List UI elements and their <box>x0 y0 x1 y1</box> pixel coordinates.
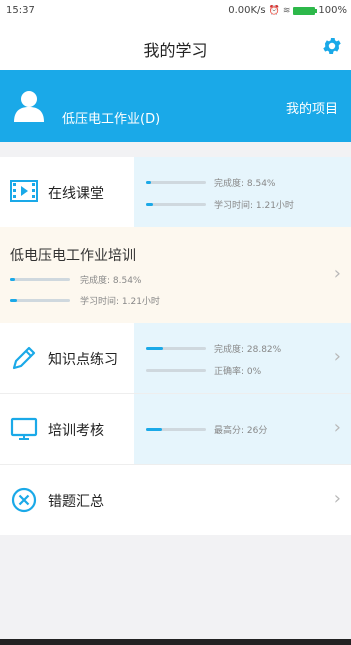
practice-completion-bar-fill <box>146 347 164 350</box>
my-projects-link[interactable]: 我的项目 <box>286 98 338 117</box>
gear-icon[interactable] <box>321 35 343 57</box>
learning-card: 在线课堂 完成度: 8.54% 学习时间: 1.21小时 低电压电工作业培训 完… <box>0 157 351 535</box>
wifi-icon: ≋ <box>282 5 291 16</box>
online-course-stats: 完成度: 8.54% 学习时间: 1.21小时 <box>134 157 351 227</box>
battery-icon <box>293 6 318 15</box>
exam-stats: 最高分: 26分 › <box>134 394 351 464</box>
completion-bar <box>146 181 206 184</box>
profile-banner: 低压电工作业(D) 我的项目 <box>0 70 351 142</box>
training-study-time-bar-fill <box>10 299 18 302</box>
user-avatar-icon <box>14 91 44 122</box>
chevron-right-icon: › <box>333 346 341 367</box>
practice-row[interactable]: 知识点练习 完成度: 28.82% 正确率: 0% › <box>0 323 351 393</box>
training-study-time-bar <box>10 299 70 302</box>
battery-level: 100% <box>318 5 347 16</box>
exam-entry[interactable]: 培训考核 <box>0 394 134 464</box>
chevron-right-icon: › <box>333 263 341 284</box>
top-score-bar <box>146 428 206 431</box>
training-row[interactable]: 低电压电工作业培训 完成度: 8.54% 学习时间: 1.21小时 › <box>0 227 351 323</box>
training-completion-text: 完成度: 8.54% <box>80 276 142 286</box>
mistakes-label: 错题汇总 <box>48 494 104 510</box>
exam-row[interactable]: 培训考核 最高分: 26分 › <box>0 394 351 464</box>
pencil-icon <box>12 346 36 370</box>
practice-label: 知识点练习 <box>48 352 118 368</box>
course-name: 低压电工作业(D) <box>62 112 161 127</box>
practice-stats: 完成度: 28.82% 正确率: 0% › <box>134 323 351 393</box>
practice-entry[interactable]: 知识点练习 <box>0 323 134 393</box>
status-indicators: 0.00K/s ⏰ ≋ 100% <box>228 5 347 16</box>
exam-label: 培训考核 <box>48 423 104 439</box>
chevron-right-icon: › <box>333 417 341 438</box>
chevron-right-icon: › <box>333 488 341 509</box>
alarm-icon: ⏰ <box>268 5 280 16</box>
monitor-icon <box>10 417 38 440</box>
status-time: 15:37 <box>6 5 35 16</box>
practice-completion-bar <box>146 347 206 350</box>
training-study-time-text: 学习时间: 1.21小时 <box>80 297 160 307</box>
training-completion-bar-fill <box>10 278 16 281</box>
study-time-text: 学习时间: 1.21小时 <box>214 201 294 211</box>
accuracy-text: 正确率: 0% <box>214 367 262 377</box>
nav-bar: 我的学习 <box>0 22 351 70</box>
top-score-text: 最高分: 26分 <box>214 426 268 436</box>
study-time-bar <box>146 203 206 206</box>
online-course-row[interactable]: 在线课堂 完成度: 8.54% 学习时间: 1.21小时 <box>0 157 351 227</box>
video-film-icon <box>10 180 38 202</box>
online-course-entry[interactable]: 在线课堂 <box>0 157 134 227</box>
top-score-bar-fill <box>146 428 162 431</box>
mistakes-row[interactable]: 错题汇总 › <box>0 465 351 535</box>
completion-text: 完成度: 8.54% <box>214 179 276 189</box>
online-course-label: 在线课堂 <box>48 186 104 202</box>
training-title: 低电压电工作业培训 <box>10 248 136 264</box>
practice-completion-text: 完成度: 28.82% <box>214 345 282 355</box>
completion-bar-fill <box>146 181 152 184</box>
study-time-bar-fill <box>146 203 154 206</box>
close-circle-icon <box>11 487 37 513</box>
training-completion-bar <box>10 278 70 281</box>
page-title: 我的学习 <box>143 41 208 60</box>
accuracy-bar <box>146 369 206 372</box>
network-speed: 0.00K/s <box>228 5 266 16</box>
status-bar: 15:37 0.00K/s ⏰ ≋ 100% <box>0 0 351 22</box>
system-nav-bar <box>0 639 351 645</box>
